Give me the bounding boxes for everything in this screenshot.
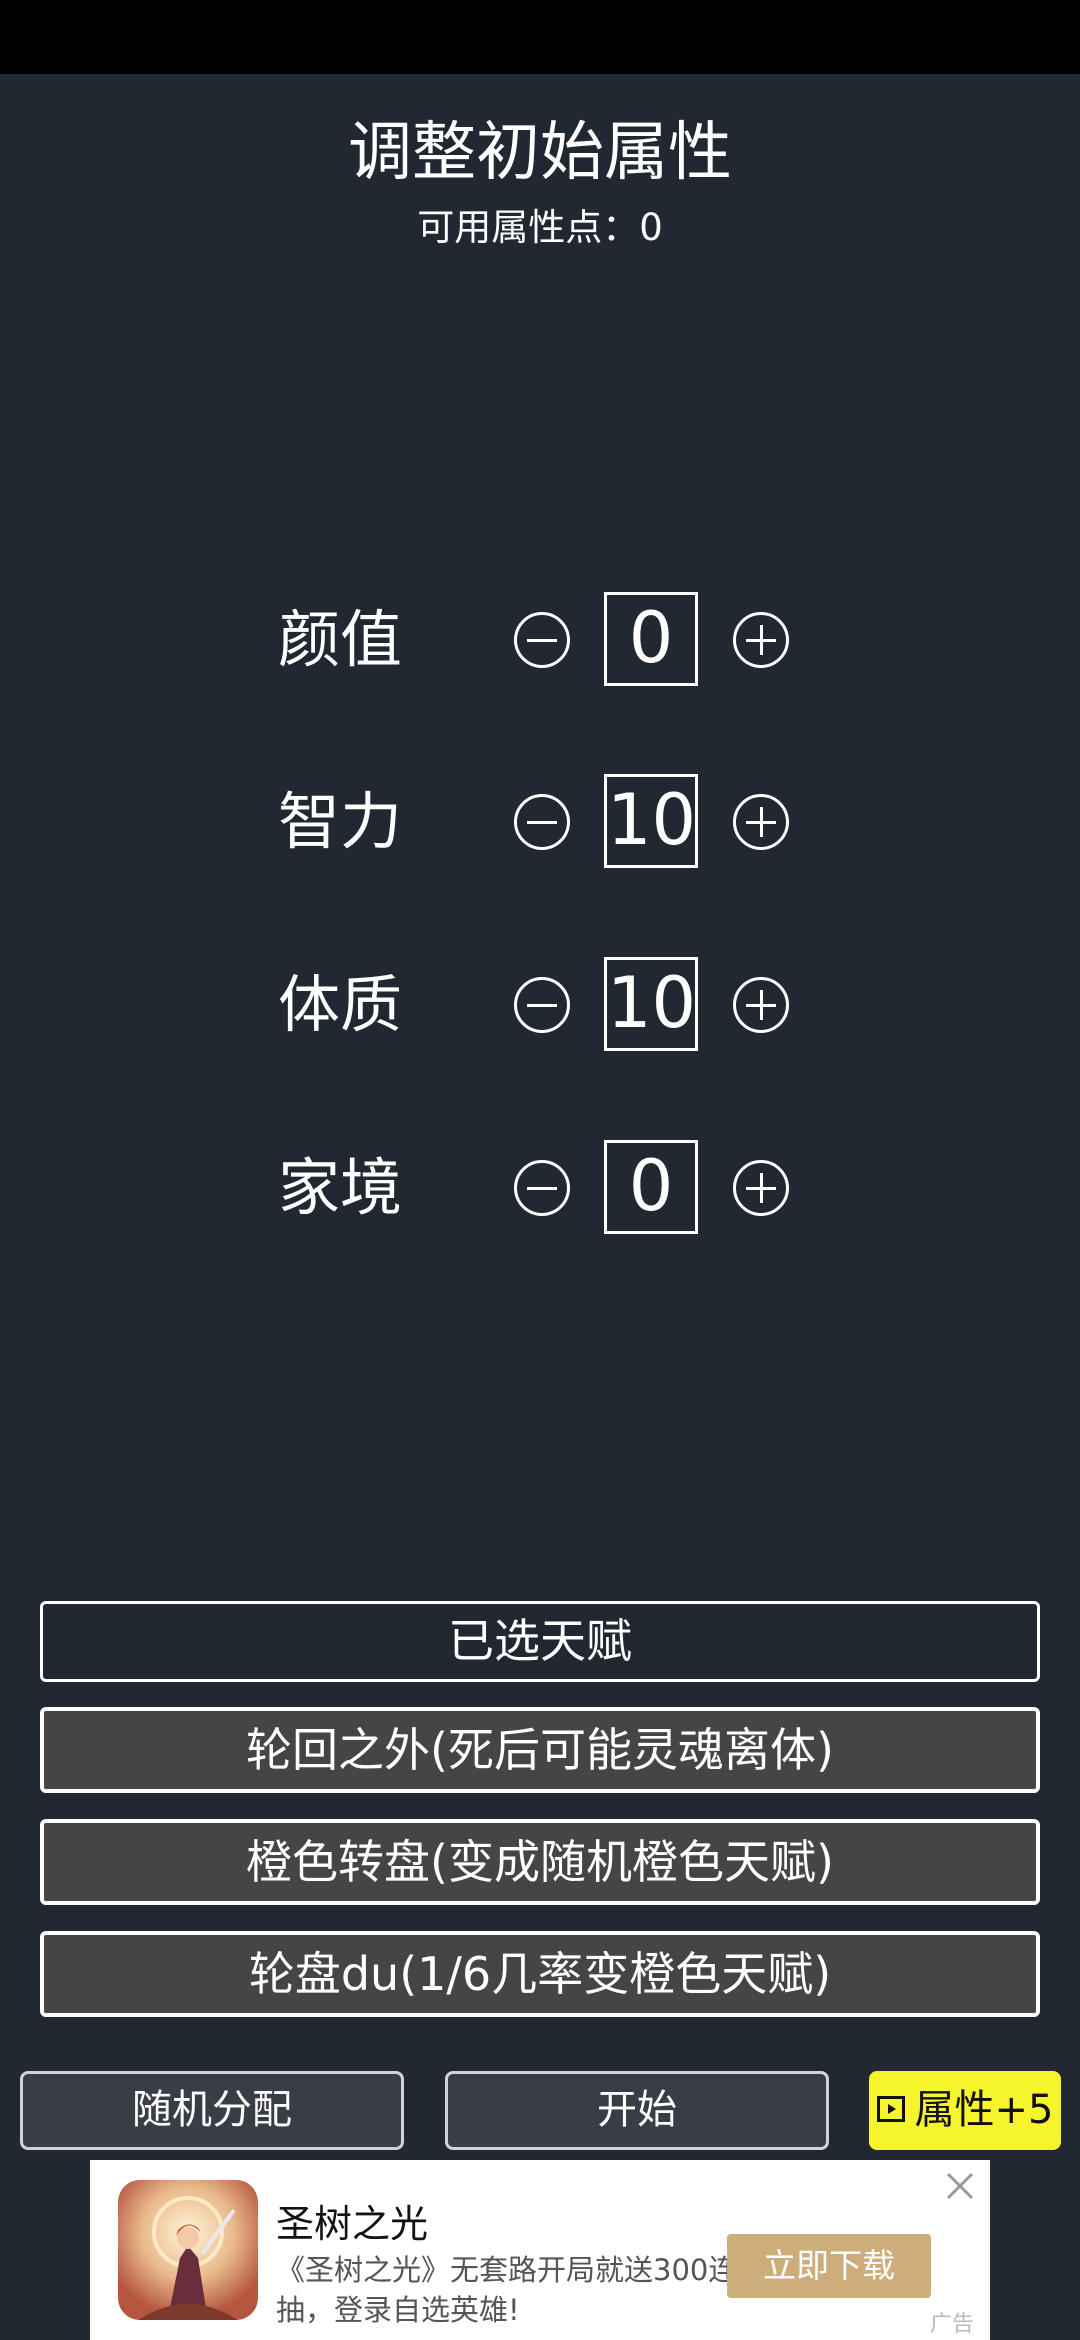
attribute-label: 智力: [278, 785, 403, 858]
attribute-bonus-label: 属性+5: [914, 2087, 1054, 2133]
close-icon[interactable]: [942, 2168, 978, 2204]
attribute-label: 体质: [278, 968, 403, 1041]
page-title: 调整初始属性: [348, 116, 732, 190]
random-allocate-button[interactable]: 随机分配: [20, 2071, 404, 2150]
decrease-button[interactable]: [514, 612, 570, 668]
start-button[interactable]: 开始: [445, 2071, 829, 2150]
attribute-row-constitution: 体质 10: [0, 955, 1080, 1055]
increase-button[interactable]: [733, 612, 789, 668]
attribute-label: 颜值: [278, 603, 403, 676]
ad-badge: 广告: [930, 2312, 975, 2337]
increase-button[interactable]: [733, 794, 789, 850]
attribute-bonus-button[interactable]: 属性+5: [869, 2071, 1061, 2150]
attribute-row-family: 家境 0: [0, 1138, 1080, 1238]
talent-item[interactable]: 轮盘du(1/6几率变橙色天赋): [40, 1931, 1040, 2017]
attribute-label: 家境: [278, 1151, 403, 1224]
increase-button[interactable]: [733, 977, 789, 1033]
increase-button[interactable]: [733, 1160, 789, 1216]
status-bar: [0, 0, 1080, 74]
minus-icon: [527, 638, 557, 642]
attribute-value[interactable]: 10: [604, 957, 698, 1051]
attribute-row-appearance: 颜值 0: [0, 590, 1080, 690]
talent-item[interactable]: 轮回之外(死后可能灵魂离体): [40, 1707, 1040, 1793]
decrease-button[interactable]: [514, 1160, 570, 1216]
game-app-icon[interactable]: [118, 2180, 258, 2320]
available-points: 可用属性点：0: [417, 206, 663, 249]
attribute-row-intelligence: 智力 10: [0, 772, 1080, 872]
ad-banner[interactable]: 圣树之光 《圣树之光》无套路开局就送300连抽，登录自选英雄! 立即下载 广告: [90, 2160, 990, 2340]
decrease-button[interactable]: [514, 977, 570, 1033]
attribute-value[interactable]: 10: [604, 774, 698, 868]
attribute-value[interactable]: 0: [604, 592, 698, 686]
ad-description: 《圣树之光》无套路开局就送300连抽，登录自选英雄!: [276, 2253, 738, 2327]
minus-icon: [527, 820, 557, 824]
minus-icon: [527, 1003, 557, 1007]
ad-title: 圣树之光: [276, 2202, 429, 2246]
download-button[interactable]: 立即下载: [727, 2234, 931, 2298]
selected-talents-header[interactable]: 已选天赋: [40, 1601, 1040, 1682]
video-icon: [876, 2096, 905, 2122]
decrease-button[interactable]: [514, 794, 570, 850]
attribute-value[interactable]: 0: [604, 1140, 698, 1234]
minus-icon: [527, 1186, 557, 1190]
talent-item[interactable]: 橙色转盘(变成随机橙色天赋): [40, 1819, 1040, 1905]
